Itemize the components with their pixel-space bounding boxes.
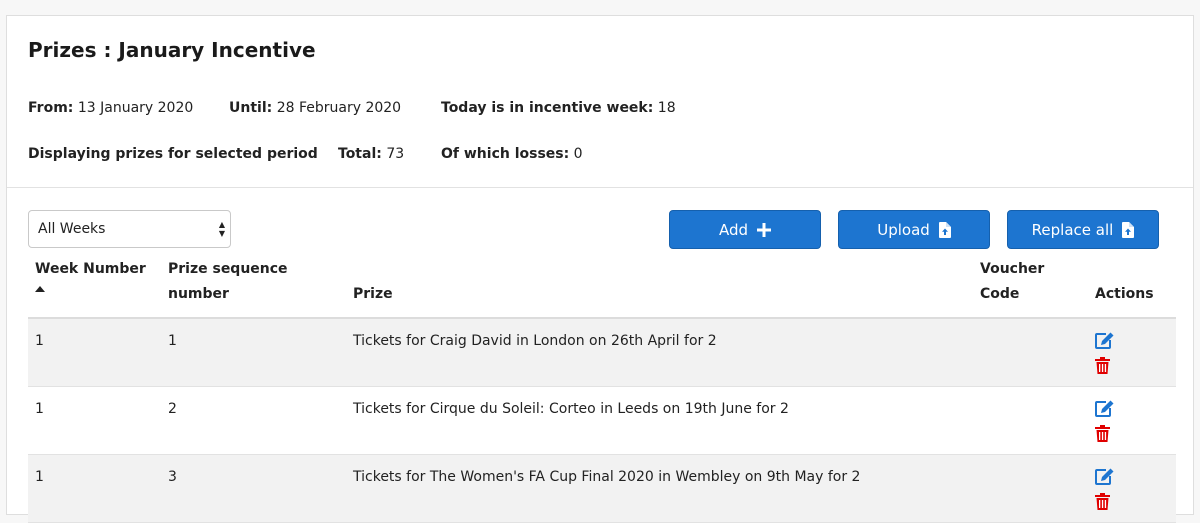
losses-info: Of which losses: 0 (441, 146, 583, 162)
replace-all-button-label: Replace all (1031, 220, 1114, 239)
total-label: Total: (338, 146, 382, 162)
column-header-sequence-line2[interactable]: number (168, 282, 229, 307)
column-header-voucher-line1[interactable]: Voucher (980, 257, 1044, 282)
losses-value: 0 (573, 146, 583, 162)
file-upload-icon (938, 221, 951, 238)
from-value: 13 January 2020 (77, 100, 194, 116)
displaying-label: Displaying prizes for selected period (28, 146, 318, 162)
displaying-info: Displaying prizes for selected period (28, 146, 318, 162)
edit-icon[interactable] (1095, 332, 1114, 353)
replace-all-button[interactable]: Replace all (1007, 210, 1159, 249)
section-divider (7, 187, 1193, 188)
cell-week: 1 (35, 401, 44, 417)
column-header-prize[interactable]: Prize (353, 282, 393, 307)
column-header-voucher-line2[interactable]: Code (980, 282, 1019, 307)
cell-week: 1 (35, 469, 44, 485)
upload-button[interactable]: Upload (838, 210, 990, 249)
until-label: Until: (229, 100, 273, 116)
cell-prize: Tickets for Cirque du Soleil: Corteo in … (353, 401, 789, 417)
table-row: 1 1 Tickets for Craig David in London on… (28, 319, 1176, 387)
column-header-sequence-line1[interactable]: Prize sequence (168, 257, 288, 282)
cell-prize: Tickets for Craig David in London on 26t… (353, 333, 717, 349)
cell-prize: Tickets for The Women's FA Cup Final 202… (353, 469, 861, 485)
week-filter-value: All Weeks (38, 221, 106, 237)
week-filter-select[interactable]: All Weeks ▲ ▼ (28, 210, 231, 248)
until-info: Until: 28 February 2020 (229, 100, 401, 116)
table-row: 1 2 Tickets for Cirque du Soleil: Corteo… (28, 387, 1176, 455)
column-header-actions: Actions (1095, 286, 1154, 302)
from-label: From: (28, 100, 74, 116)
incentive-week-label: Today is in incentive week: (441, 100, 654, 116)
total-value: 73 (386, 146, 405, 162)
from-info: From: 13 January 2020 (28, 100, 193, 116)
cell-sequence: 1 (168, 333, 177, 349)
trash-icon[interactable] (1095, 425, 1110, 446)
plus-icon (757, 222, 772, 237)
incentive-week-info: Today is in incentive week: 18 (441, 100, 676, 116)
until-value: 28 February 2020 (276, 100, 402, 116)
cell-sequence: 2 (168, 401, 177, 417)
losses-label: Of which losses: (441, 146, 570, 162)
cell-week: 1 (35, 333, 44, 349)
edit-icon[interactable] (1095, 468, 1114, 489)
total-info: Total: 73 (338, 146, 404, 162)
file-upload-icon (1122, 221, 1135, 238)
add-button[interactable]: Add (669, 210, 821, 249)
cell-sequence: 3 (168, 469, 177, 485)
table-row: 1 3 Tickets for The Women's FA Cup Final… (28, 455, 1176, 523)
edit-icon[interactable] (1095, 400, 1114, 421)
page-title: Prizes : January Incentive (28, 38, 316, 62)
select-arrows-icon: ▲ ▼ (218, 220, 225, 238)
trash-icon[interactable] (1095, 357, 1110, 378)
column-header-week[interactable]: Week Number (35, 257, 146, 282)
upload-button-label: Upload (877, 220, 930, 239)
sort-asc-icon[interactable] (35, 286, 45, 292)
add-button-label: Add (718, 220, 749, 239)
incentive-week-value: 18 (657, 100, 676, 116)
prizes-panel: Prizes : January Incentive From: 13 Janu… (6, 15, 1194, 523)
